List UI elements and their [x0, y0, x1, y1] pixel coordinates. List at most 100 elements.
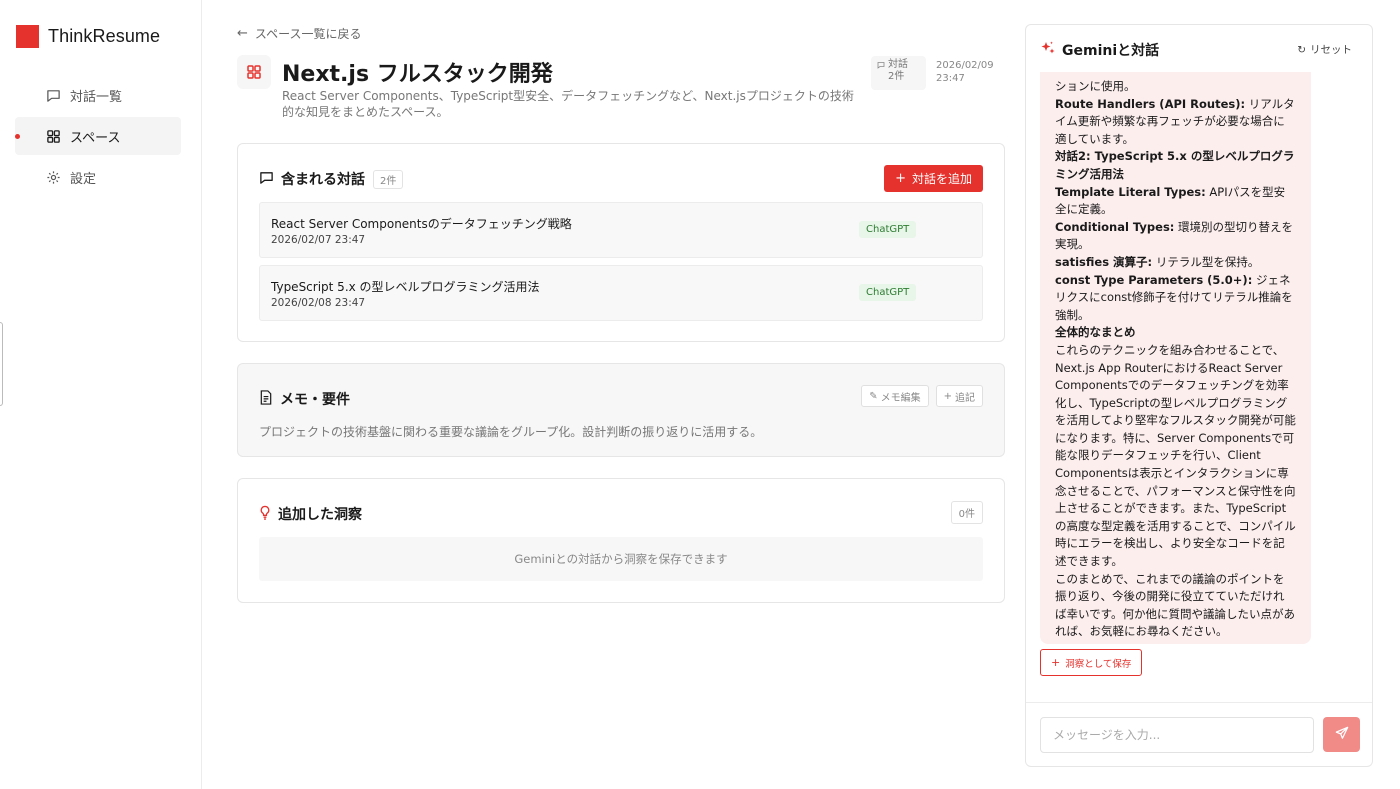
- count-badge: 0件: [950, 501, 983, 524]
- updated-date: 2026/02/09 23:47: [936, 56, 994, 90]
- document-icon: [259, 389, 273, 409]
- chat-header: Geminiと対話: [1040, 40, 1159, 60]
- meta-date: 2026/02/09: [936, 60, 994, 71]
- plus-icon: +: [1051, 656, 1061, 669]
- count-badge: 2件: [373, 169, 404, 189]
- brand-name: ThinkResume: [48, 26, 161, 46]
- card-title: 追加した洞察: [278, 507, 362, 523]
- message-bold-lead: Route Handlers (API Routes):: [1055, 96, 1246, 111]
- sidebar-item-label: 設定: [70, 171, 97, 187]
- empty-state: Geminiとの対話から洞察を保存できます: [259, 537, 983, 581]
- message-text: このまとめで、これまでの議論のポイントを振り返り、今後の開発に役立てていただけれ…: [1055, 571, 1296, 639]
- back-link[interactable]: ← スペース一覧に戻る: [237, 25, 361, 42]
- conversation-item[interactable]: React Server Componentsのデータフェッチング戦略 2026…: [259, 202, 983, 258]
- chat-bubble-icon: [45, 87, 61, 103]
- insights-card: 追加した洞察 0件 Geminiとの対話から洞察を保存できます: [237, 478, 1005, 603]
- divider: [1026, 702, 1372, 703]
- message-paragraph: ションに使用。: [1055, 78, 1296, 96]
- message-paragraph: const Type Parameters (5.0+): ジェネリクスにcon…: [1055, 272, 1296, 325]
- brand-logo-icon: [16, 25, 39, 48]
- conversation-count-badge: 対話 2件: [871, 56, 926, 90]
- message-bold-lead: const Type Parameters (5.0+):: [1055, 272, 1253, 287]
- message-bold-lead: satisfies 演算子:: [1055, 254, 1153, 269]
- reset-chat-button[interactable]: ↻ リセット: [1297, 42, 1352, 57]
- page-description: React Server Components、TypeScript型安全、デー…: [282, 89, 854, 119]
- pencil-icon: ✎: [869, 390, 878, 402]
- message-bold-lead: Conditional Types:: [1055, 219, 1175, 234]
- message-paragraph: 対話2: TypeScript 5.x の型レベルプログラミング活用法: [1055, 148, 1296, 183]
- button-label: 洞察として保存: [1065, 658, 1132, 670]
- message-paragraph: Template Literal Types: APIパスを型安全に定義。: [1055, 184, 1296, 219]
- button-label: メモ編集: [880, 392, 921, 404]
- chat-bubble-icon: [259, 170, 274, 189]
- memo-card: メモ・要件 ✎ メモ編集 + 追記 プロジェクトの技術基盤に関わる重要な議論をグ…: [237, 363, 1005, 457]
- message-paragraph: Route Handlers (API Routes): リアルタイム更新や頻繁…: [1055, 96, 1296, 149]
- message-paragraph: satisfies 演算子: リテラル型を保持。: [1055, 254, 1296, 272]
- button-label: リセット: [1310, 44, 1352, 56]
- sparkle-icon: [1040, 40, 1056, 60]
- page-title: Next.js フルスタック開発: [282, 62, 553, 87]
- card-header: メモ・要件: [259, 389, 350, 409]
- conversation-item[interactable]: TypeScript 5.x の型レベルプログラミング活用法 2026/02/0…: [259, 265, 983, 321]
- card-header: 含まれる対話 2件: [259, 169, 404, 189]
- message-bold-lead: 対話2: TypeScript 5.x の型レベルプログラミング活用法: [1055, 149, 1295, 181]
- memo-text: プロジェクトの技術基盤に関わる重要な議論をグループ化。設計判断の振り返りに活用す…: [259, 425, 763, 439]
- conversation-title: React Server Componentsのデータフェッチング戦略: [271, 217, 572, 231]
- chat-bubble-icon: [877, 61, 885, 73]
- sidebar-item-spaces[interactable]: スペース: [15, 117, 181, 155]
- meta-label: 対話: [888, 59, 908, 70]
- message-bold-lead: Template Literal Types:: [1055, 184, 1206, 199]
- message-paragraph: Conditional Types: 環境別の型切り替えを実現。: [1055, 219, 1296, 254]
- message-text: ションに使用。: [1055, 79, 1136, 93]
- add-conversation-button[interactable]: + 対話を追加: [884, 165, 983, 192]
- gemini-chat-panel: Geminiと対話 ↻ リセット ションに使用。 Route Handlers (…: [1025, 24, 1373, 767]
- gear-icon: [45, 169, 61, 185]
- send-icon: [1335, 726, 1349, 743]
- message-paragraph: 全体的なまとめ: [1055, 324, 1296, 342]
- conversation-date: 2026/02/07 23:47: [271, 234, 366, 246]
- grid-icon: [45, 128, 61, 144]
- card-title: 含まれる対話: [281, 172, 365, 188]
- meta-time: 23:47: [936, 73, 965, 84]
- message-input[interactable]: [1040, 717, 1314, 753]
- active-indicator-dot: [15, 133, 20, 139]
- card-header: 追加した洞察: [259, 504, 362, 524]
- back-link-label: スペース一覧に戻る: [254, 27, 362, 41]
- sidebar: ThinkResume 対話一覧 スペース 設定: [0, 0, 202, 789]
- edit-memo-button[interactable]: ✎ メモ編集: [861, 385, 929, 407]
- button-label: 対話を追加: [911, 172, 972, 186]
- message-paragraph: これらのテクニックを組み合わせることで、Next.js App Routerにお…: [1055, 342, 1296, 571]
- grid-icon: [237, 55, 271, 89]
- source-tag: ChatGPT: [859, 284, 917, 301]
- conversations-card: 含まれる対話 2件 + 対話を追加 React Server Component…: [237, 143, 1005, 342]
- message-paragraph: このまとめで、これまでの議論のポイントを振り返り、今後の開発に役立てていただけれ…: [1055, 571, 1296, 641]
- meta-count: 2件: [888, 71, 905, 82]
- sidebar-item-label: 対話一覧: [70, 89, 123, 105]
- plus-icon: +: [943, 390, 952, 402]
- conversation-date: 2026/02/08 23:47: [271, 297, 366, 309]
- message-text: これらのテクニックを組み合わせることで、Next.js App Routerにお…: [1055, 342, 1296, 569]
- card-title: メモ・要件: [280, 392, 350, 408]
- memo-actions: ✎ メモ編集 + 追記: [854, 385, 983, 407]
- sidebar-item-settings[interactable]: 設定: [15, 158, 181, 196]
- sidebar-nav: 対話一覧 スペース 設定: [15, 76, 181, 199]
- button-label: 追記: [955, 392, 975, 404]
- space-meta: 対話 2件 2026/02/09 23:47: [871, 56, 994, 90]
- sidebar-resize-handle[interactable]: [0, 322, 3, 406]
- brand[interactable]: ThinkResume: [16, 25, 160, 48]
- source-tag: ChatGPT: [859, 221, 917, 238]
- save-as-insight-button[interactable]: + 洞察として保存: [1040, 649, 1143, 676]
- message-text: リテラル型を保持。: [1152, 254, 1260, 269]
- lightbulb-icon: [259, 505, 271, 524]
- sidebar-item-label: スペース: [70, 130, 121, 146]
- refresh-icon: ↻: [1297, 43, 1306, 56]
- assistant-message-text: ションに使用。 Route Handlers (API Routes): リアルタ…: [1055, 78, 1296, 641]
- append-memo-button[interactable]: + 追記: [935, 385, 983, 407]
- sidebar-item-conversations[interactable]: 対話一覧: [15, 76, 181, 114]
- page-header: Next.js フルスタック開発: [237, 55, 553, 89]
- assistant-message: ションに使用。 Route Handlers (API Routes): リアルタ…: [1040, 72, 1311, 644]
- send-button[interactable]: [1323, 717, 1360, 752]
- arrow-left-icon: ←: [237, 26, 248, 41]
- conversation-title: TypeScript 5.x の型レベルプログラミング活用法: [271, 280, 540, 294]
- chat-title: Geminiと対話: [1062, 43, 1160, 59]
